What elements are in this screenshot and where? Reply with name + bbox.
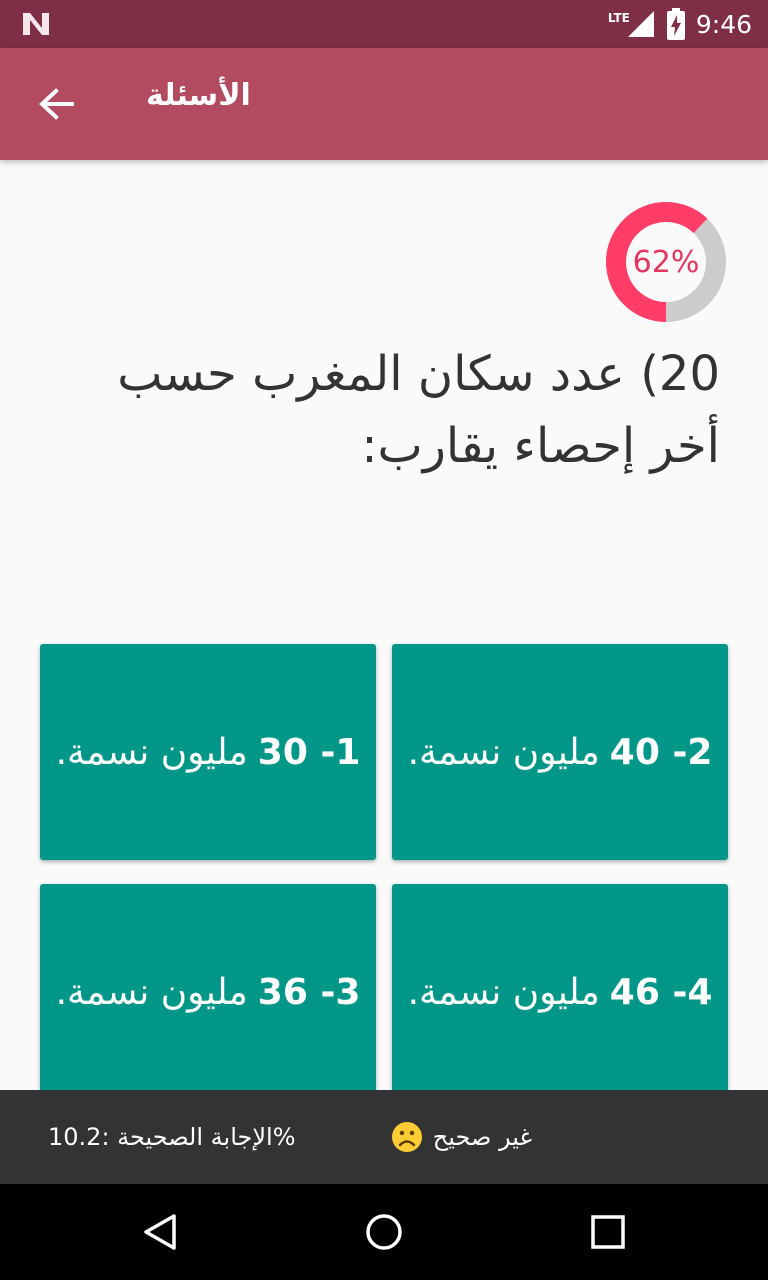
answer-text: مليون نسمة. [407, 731, 600, 773]
answer-button-2[interactable]: 2- 40 مليون نسمة. [392, 644, 728, 860]
question-text: 20) عدد سكان المغرب حسب أخر إحصاء يقارب: [117, 346, 720, 474]
status-bar: LTE 9:46 [0, 0, 768, 48]
answer-button-3[interactable]: 3- 36 مليون نسمة. [40, 884, 376, 1100]
feedback-status-text: غير صحيح [432, 1123, 532, 1151]
clock: 9:46 [695, 9, 752, 39]
correct-answer-text: الإجابة الصحيحة :10.2% [48, 1123, 296, 1151]
answer-number: 2- 40 [609, 731, 713, 773]
answer-text: مليون نسمة. [55, 731, 248, 773]
signal-icon [627, 11, 654, 37]
nav-back-icon[interactable] [140, 1212, 180, 1252]
arrow-back-icon[interactable] [36, 86, 76, 122]
answer-text: مليون نسمة. [407, 971, 600, 1013]
feedback-status: غير صحيح [391, 1090, 532, 1184]
answer-button-1[interactable]: 1- 30 مليون نسمة. [40, 644, 376, 860]
app-bar: الأسئلة [0, 48, 768, 160]
answer-text: مليون نسمة. [55, 971, 248, 1013]
answer-number: 1- 30 [257, 731, 361, 773]
nav-recents-icon[interactable] [588, 1212, 628, 1252]
navigation-bar [0, 1184, 768, 1280]
answer-button-4[interactable]: 4- 46 مليون نسمة. [392, 884, 728, 1100]
answer-number: 3- 36 [257, 971, 361, 1013]
feedback-snackbar: غير صحيح الإجابة الصحيحة :10.2% [0, 1090, 768, 1184]
answer-number: 4- 46 [609, 971, 713, 1013]
network-type-label: LTE [607, 11, 630, 25]
n-logo-icon [23, 13, 49, 35]
nav-home-icon[interactable] [364, 1212, 404, 1252]
progress-label: 62% [632, 244, 700, 280]
battery-charging-icon [666, 8, 685, 40]
sad-face-icon [391, 1122, 422, 1152]
page-title: الأسئلة [146, 78, 251, 113]
